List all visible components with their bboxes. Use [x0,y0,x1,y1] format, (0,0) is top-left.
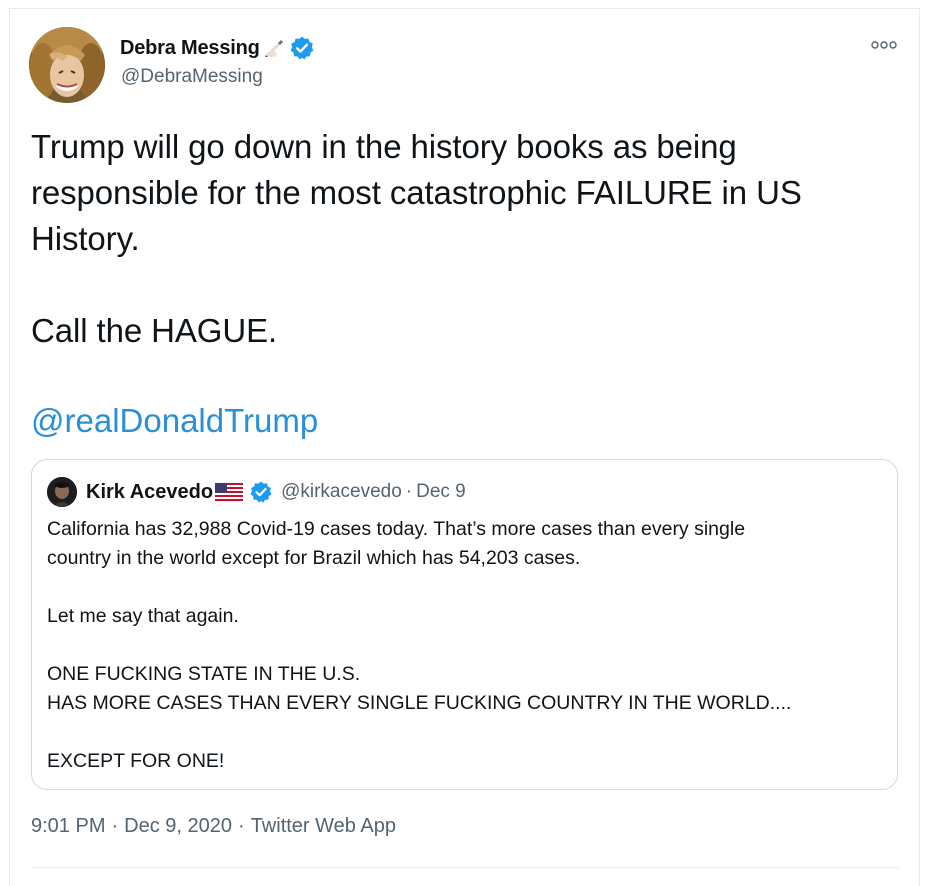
quoted-tweet[interactable]: Kirk Acevedo @kirkacevedo · Dec 9 Califo… [31,459,898,790]
tweet-metadata: 9:01 PM · Dec 9, 2020 · Twitter Web App [31,815,396,838]
author-handle[interactable]: @DebraMessing [121,66,263,88]
meta-separator-dot: · [111,815,119,837]
tweet-text: Trump will go down in the history books … [31,128,802,349]
author-avatar[interactable] [29,27,105,103]
tweet-date[interactable]: Dec 9, 2020 [124,815,232,838]
quoted-verified-badge-icon [249,480,273,504]
us-flag-emoji-icon [214,482,244,502]
quoted-text: California has 32,988 Covid-19 cases tod… [47,518,792,772]
tweet-source[interactable]: Twitter Web App [251,815,396,838]
quoted-date: Dec 9 [416,481,466,502]
author-display-name[interactable]: Debra Messing [120,37,260,60]
quoted-display-name: Kirk Acevedo [86,480,214,503]
mention-link[interactable]: @realDonaldTrump [31,398,318,444]
avatar-photo-icon [29,27,105,103]
divider [31,867,898,868]
quoted-header: Kirk Acevedo @kirkacevedo · Dec 9 [86,478,466,506]
quoted-handle: @kirkacevedo [281,481,402,502]
tweet-time[interactable]: 9:01 PM [31,815,105,838]
verified-badge-icon [289,35,315,61]
quoted-author-avatar [47,477,77,507]
meta-separator-dot: · [238,815,245,837]
writing-hand-emoji-icon [263,37,285,59]
quoted-avatar-photo-icon [47,477,77,507]
quoted-separator-dot: · [405,481,413,502]
more-options-icon[interactable] [870,38,898,52]
author-name-row[interactable]: Debra Messing [120,35,315,61]
